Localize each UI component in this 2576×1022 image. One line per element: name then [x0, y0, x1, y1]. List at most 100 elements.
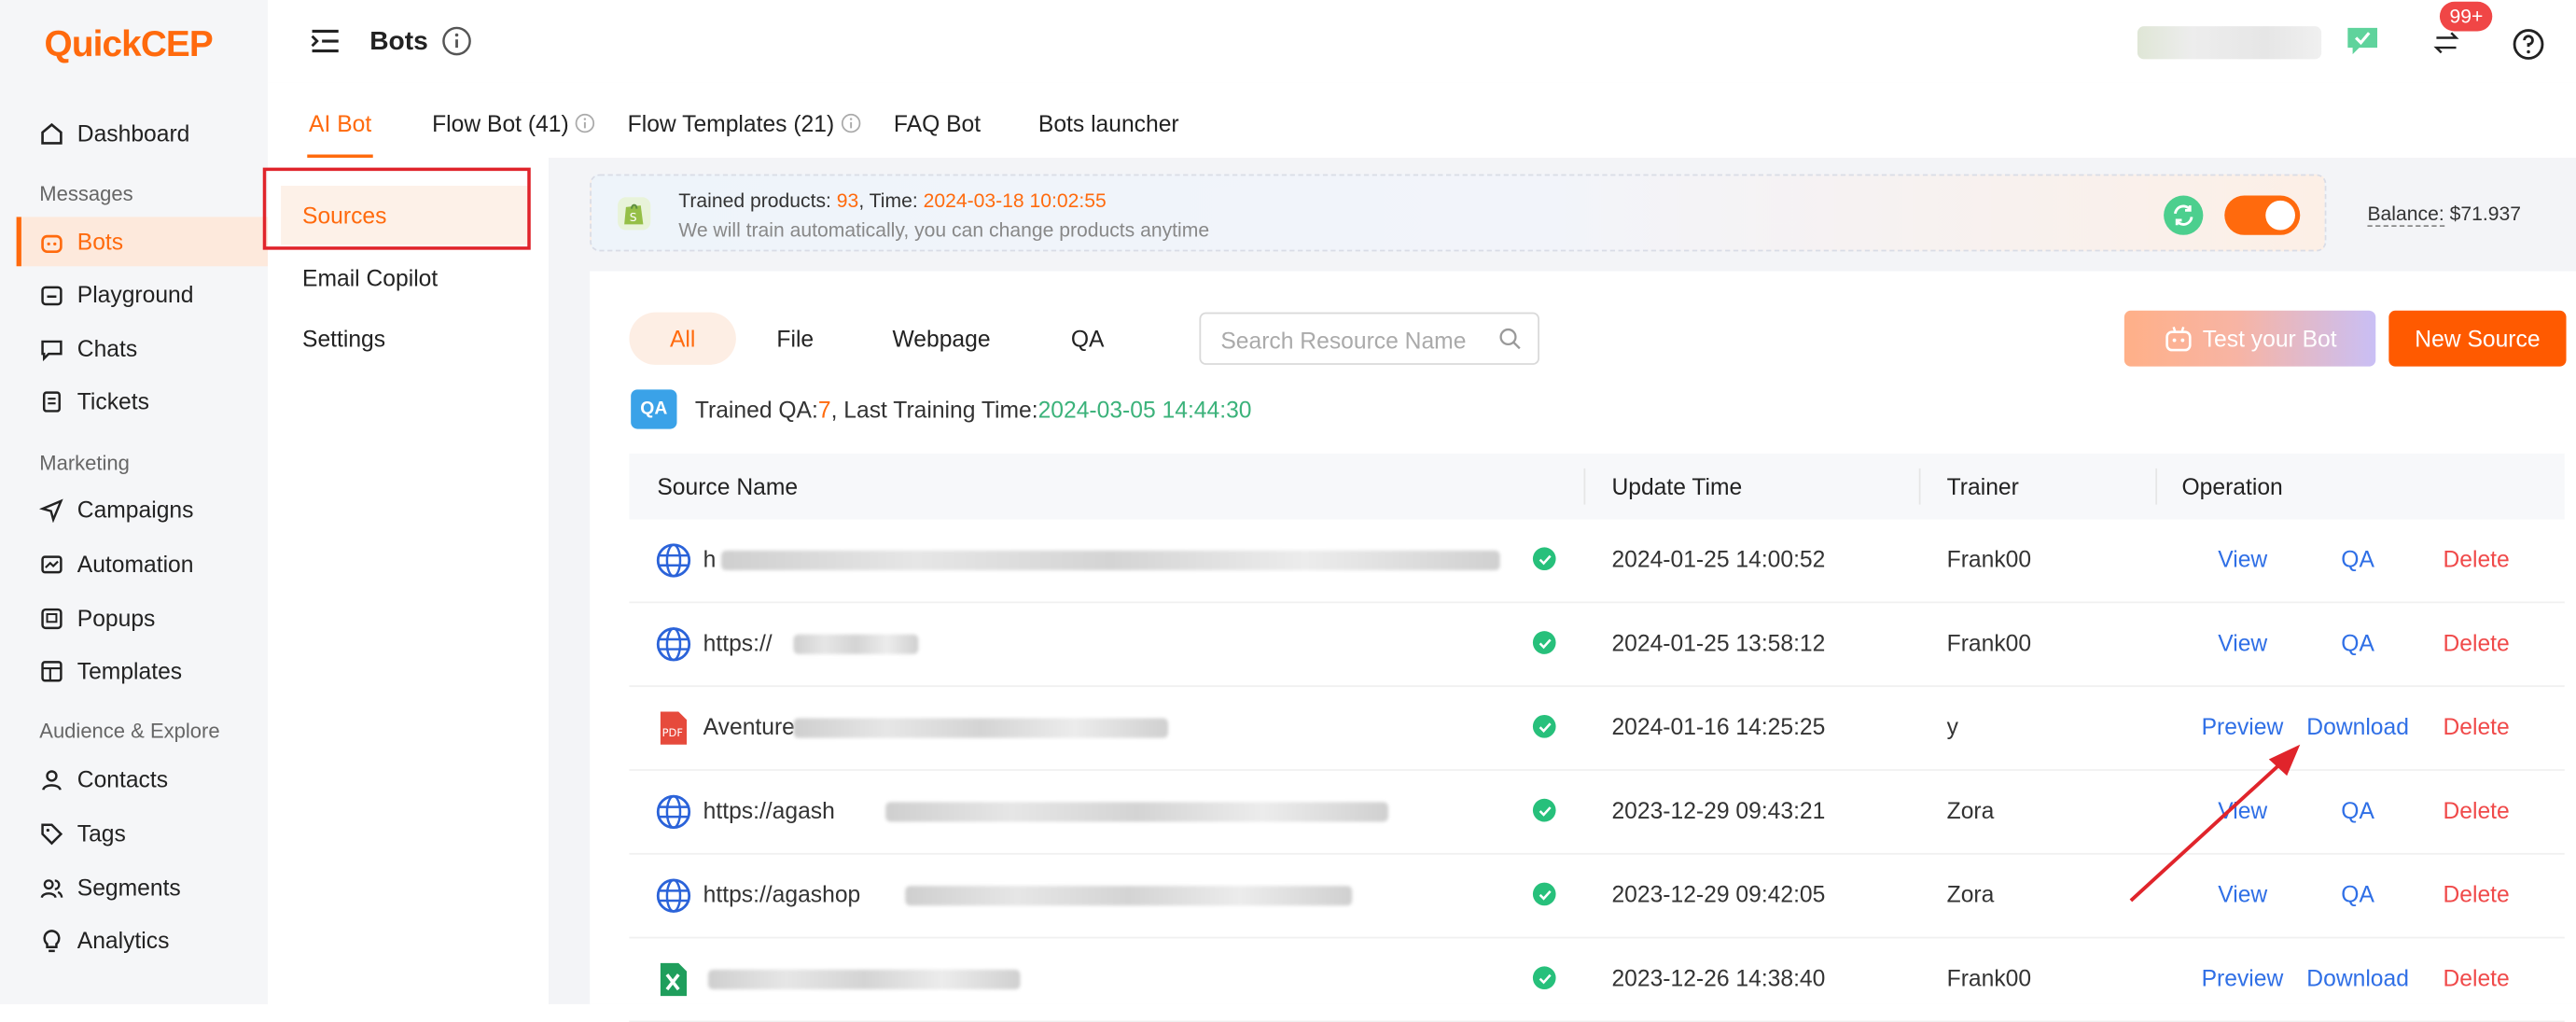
quickcep-logo[interactable]: QuickCEP: [45, 23, 214, 66]
sidebar-item-contacts[interactable]: Contacts: [17, 754, 268, 804]
tab-flow-bot[interactable]: Flow Bot (41): [432, 110, 595, 136]
auto-train-toggle[interactable]: [2224, 195, 2301, 235]
sidebar-item-chats[interactable]: Chats: [17, 324, 268, 373]
info-icon: [841, 113, 861, 133]
trained-check-icon: [1532, 882, 1556, 906]
page-title: Bots: [369, 27, 428, 56]
popup-icon: [38, 605, 64, 631]
test-bot-button[interactable]: Test your Bot: [2123, 310, 2376, 367]
robot-icon: [2165, 327, 2191, 352]
redacted-text: [905, 886, 1353, 906]
source-name[interactable]: https://agashop: [703, 881, 861, 907]
update-time: 2023-12-26 14:38:40: [1611, 964, 1826, 991]
tab-flow-templates[interactable]: Flow Templates (21): [628, 110, 861, 136]
trainer: Frank00: [1946, 545, 2032, 572]
help-icon[interactable]: [2512, 28, 2544, 61]
delete-link[interactable]: Delete: [2443, 713, 2509, 739]
download-link[interactable]: Download: [2306, 965, 2409, 991]
sidebar-item-tickets[interactable]: Tickets: [17, 376, 268, 426]
col-divider: [1918, 468, 1921, 505]
tag-icon: [38, 820, 64, 847]
tab-ai-bot[interactable]: AI Bot: [309, 110, 371, 136]
chat-status-icon[interactable]: [2345, 24, 2378, 57]
trained-check-icon: [1532, 714, 1556, 738]
update-time: 2023-12-29 09:42:05: [1611, 880, 1826, 908]
sidebar-item-bots[interactable]: Bots: [16, 217, 269, 267]
subnav-settings[interactable]: Settings: [281, 309, 527, 368]
user-account-menu[interactable]: [2137, 26, 2322, 60]
tab-faq-bot[interactable]: FAQ Bot: [894, 110, 981, 136]
col-operation: Operation: [2181, 473, 2283, 500]
qa-link[interactable]: QA: [2341, 629, 2374, 655]
sources-table: Source Name Update Time Trainer Operatio…: [629, 454, 2565, 1022]
trainer: Frank00: [1946, 629, 2032, 656]
source-name[interactable]: https://agash: [703, 797, 835, 823]
refresh-icon[interactable]: [2164, 195, 2204, 235]
sidebar-item-playground[interactable]: Playground: [17, 270, 268, 319]
sidebar: QuickCEP Dashboard Messages Bots Playgro…: [0, 0, 269, 1004]
filter-webpage[interactable]: Webpage: [874, 313, 1009, 365]
filter-file[interactable]: File: [752, 313, 838, 365]
section-messages: Messages: [39, 182, 133, 206]
view-link[interactable]: View: [2218, 546, 2267, 572]
playground-icon: [38, 281, 64, 307]
menu-collapse-icon[interactable]: [311, 28, 341, 54]
delete-link[interactable]: Delete: [2443, 797, 2509, 823]
send-icon: [38, 497, 64, 523]
top-header: Bots 99+: [268, 0, 2576, 84]
view-link[interactable]: View: [2218, 797, 2267, 823]
sidebar-item-popups[interactable]: Popups: [17, 594, 268, 643]
source-name[interactable]: Aventure: [703, 713, 795, 739]
source-name[interactable]: h: [703, 546, 717, 572]
search-input[interactable]: [1217, 323, 1496, 357]
notification-badge[interactable]: 99+: [2439, 1, 2493, 32]
new-source-button[interactable]: New Source: [2388, 310, 2567, 367]
view-link[interactable]: View: [2218, 629, 2267, 655]
trained-products-text: Trained products: 93, Time: 2024-03-18 1…: [678, 189, 1107, 213]
shopify-icon: S: [618, 197, 651, 231]
qa-link[interactable]: QA: [2341, 881, 2374, 907]
source-name[interactable]: https://: [703, 629, 773, 655]
globe-icon: [656, 794, 691, 830]
sidebar-item-campaigns[interactable]: Campaigns: [17, 484, 268, 534]
resource-search: [1199, 312, 1539, 365]
download-link[interactable]: Download: [2306, 713, 2409, 739]
segments-icon: [38, 875, 64, 901]
trained-check-icon: [1532, 631, 1556, 654]
balance: Balance: $71.937: [2367, 202, 2521, 228]
switch-icon[interactable]: [2433, 30, 2459, 56]
sidebar-item-templates[interactable]: Templates: [17, 646, 268, 695]
update-time: 2024-01-25 13:58:12: [1611, 629, 1826, 656]
redacted-text: [885, 802, 1388, 822]
balance-label[interactable]: Balance:: [2367, 202, 2444, 228]
sidebar-item-segments[interactable]: Segments: [17, 862, 268, 912]
sidebar-item-analytics[interactable]: Analytics: [17, 916, 268, 965]
filter-qa[interactable]: QA: [1051, 313, 1123, 365]
chat-icon: [38, 335, 64, 361]
excel-file-icon: [660, 962, 688, 997]
sidebar-item-dashboard[interactable]: Dashboard: [17, 108, 268, 158]
delete-link[interactable]: Delete: [2443, 965, 2509, 991]
delete-link[interactable]: Delete: [2443, 546, 2509, 572]
trainer: Zora: [1946, 880, 1995, 908]
ai-bot-subnav: Sources Email Copilot Settings: [268, 158, 550, 1004]
annotation-highlight-box: [262, 167, 531, 250]
user-icon: [38, 766, 64, 792]
delete-link[interactable]: Delete: [2443, 629, 2509, 655]
qa-link[interactable]: QA: [2341, 546, 2374, 572]
search-icon[interactable]: [1498, 327, 1522, 350]
preview-link[interactable]: Preview: [2202, 965, 2284, 991]
preview-link[interactable]: Preview: [2202, 713, 2284, 739]
filter-all[interactable]: All: [629, 312, 736, 365]
tab-bots-launcher[interactable]: Bots launcher: [1038, 110, 1179, 136]
redacted-text: [793, 634, 919, 654]
delete-link[interactable]: Delete: [2443, 881, 2509, 907]
subnav-email-copilot[interactable]: Email Copilot: [281, 248, 527, 307]
qa-link[interactable]: QA: [2341, 797, 2374, 823]
sidebar-item-tags[interactable]: Tags: [17, 808, 268, 858]
trainer: y: [1946, 713, 1958, 740]
info-icon[interactable]: [442, 26, 472, 56]
view-link[interactable]: View: [2218, 881, 2267, 907]
globe-icon: [656, 543, 691, 578]
sidebar-item-automation[interactable]: Automation: [17, 539, 268, 589]
